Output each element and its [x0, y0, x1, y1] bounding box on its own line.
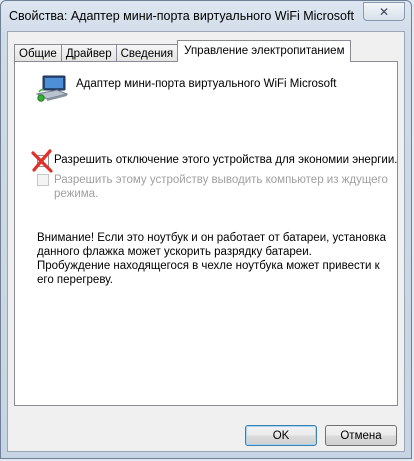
allow-wake-label-line2: режима.	[54, 188, 99, 200]
allow-wake-label-line1: Разрешить этому устройству выводить комп…	[54, 174, 388, 186]
tab-details[interactable]: Сведения	[115, 44, 179, 62]
tab-power-management[interactable]: Управление электропитанием	[177, 40, 352, 62]
allow-wake-label: Разрешить этому устройству выводить комп…	[54, 173, 388, 201]
properties-dialog: Свойства: Адаптер мини-порта виртуальног…	[0, 0, 412, 459]
cancel-button[interactable]: Отмена	[325, 425, 397, 446]
allow-turn-off-row[interactable]: Разрешить отключение этого устройства дл…	[37, 154, 397, 167]
ok-button[interactable]: OK	[245, 425, 317, 446]
network-adapter-icon	[35, 75, 69, 102]
close-icon: ✕	[378, 4, 390, 19]
power-management-panel: Адаптер мини-порта виртуального WiFi Mic…	[14, 61, 398, 406]
window-title: Свойства: Адаптер мини-порта виртуальног…	[9, 9, 354, 23]
tab-strip: Общие Драйвер Сведения Управление электр…	[14, 40, 352, 62]
allow-wake-checkbox	[37, 174, 49, 186]
title-bar[interactable]: Свойства: Адаптер мини-порта виртуальног…	[1, 1, 411, 33]
dialog-client-area: Общие Драйвер Сведения Управление электр…	[7, 31, 405, 452]
tab-driver[interactable]: Драйвер	[60, 44, 117, 62]
tab-general[interactable]: Общие	[14, 44, 62, 62]
battery-warning-text: Внимание! Если это ноутбук и он работает…	[37, 232, 386, 286]
allow-wake-row: Разрешить этому устройству выводить комп…	[37, 173, 388, 201]
red-cross-annotation-icon	[31, 149, 53, 173]
close-button[interactable]: ✕	[363, 2, 405, 21]
device-name: Адаптер мини-порта виртуального WiFi Mic…	[76, 78, 337, 90]
allow-turn-off-label[interactable]: Разрешить отключение этого устройства дл…	[54, 154, 397, 166]
